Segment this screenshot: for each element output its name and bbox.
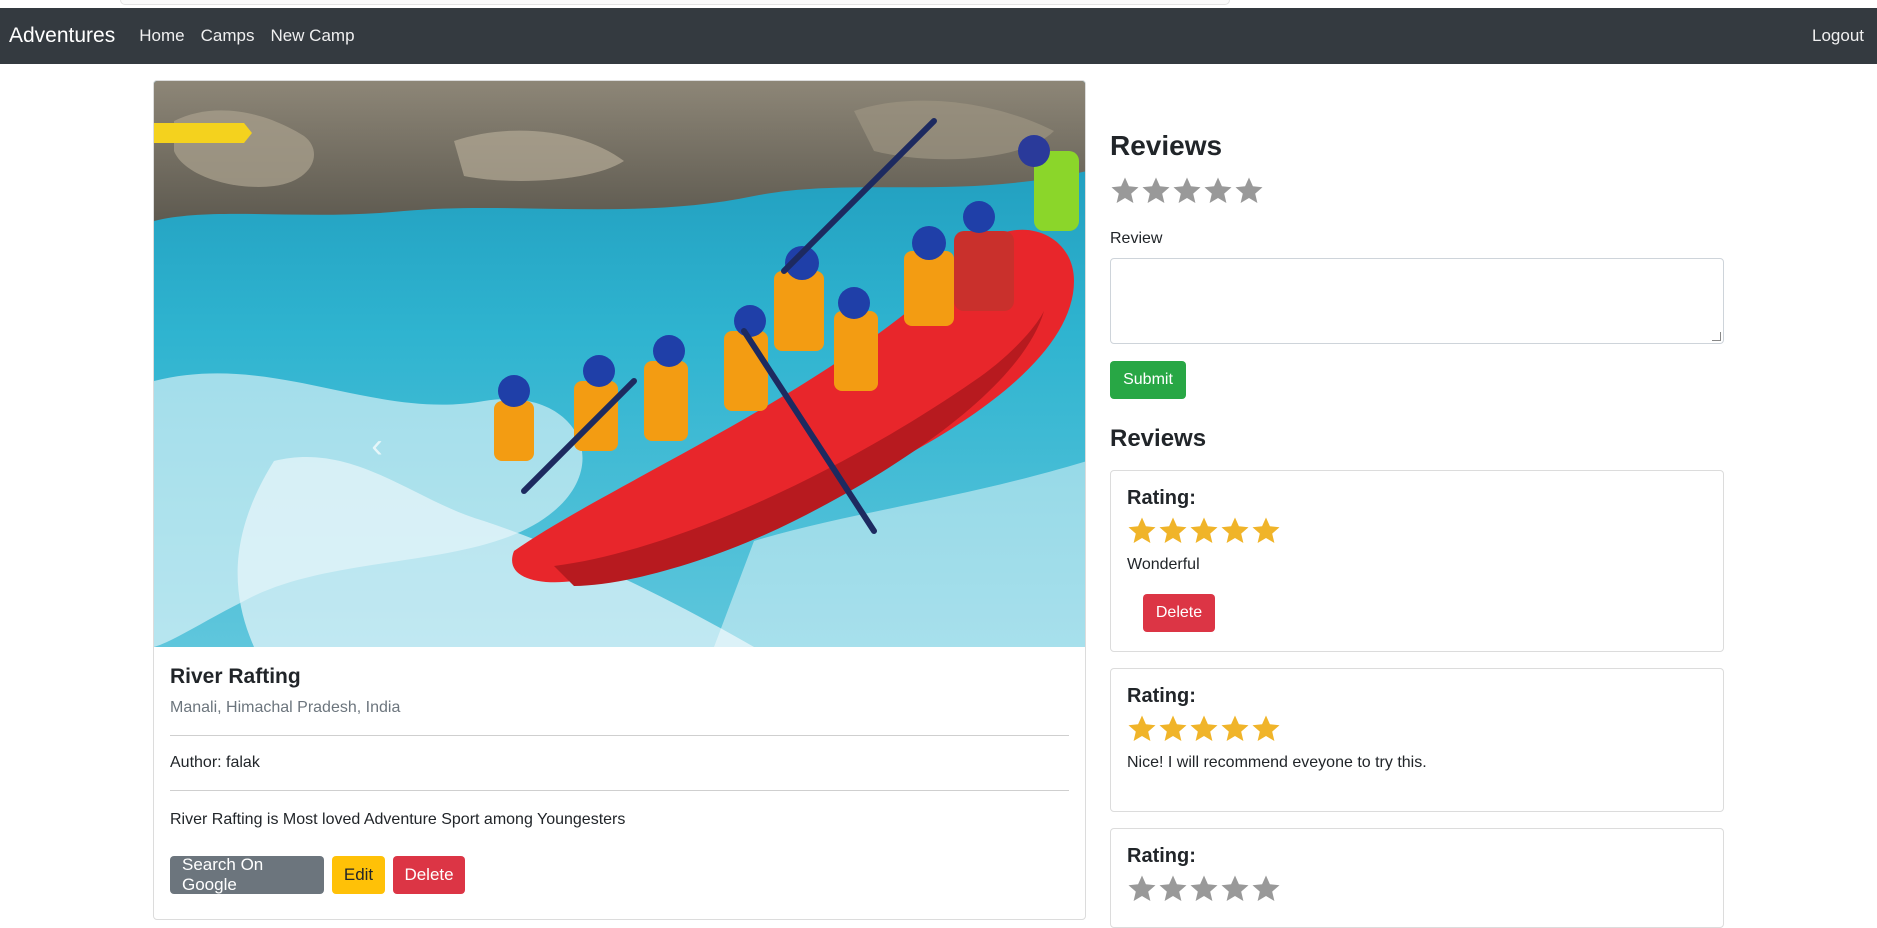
camp-actions: Search On Google Edit Delete [170,855,1069,894]
review-rating-label: Rating: [1127,487,1196,509]
carousel-prev-button[interactable]: ‹ [357,426,397,466]
star-icon [1190,715,1218,741]
review-card: Rating: [1110,828,1724,928]
review-rating-label: Rating: [1127,685,1196,707]
delete-camp-button[interactable]: Delete [393,856,465,894]
review-card: Rating: Nice! I will recommend eveyone t… [1110,668,1724,812]
star-icon [1159,715,1187,741]
star-icon [1252,875,1280,901]
edit-button[interactable]: Edit [332,856,385,894]
logout-link[interactable]: Logout [1812,26,1864,46]
camp-location: Manali, Himachal Pradesh, India [170,699,1069,736]
star-icon [1190,875,1218,901]
star-rating-input[interactable] [1110,176,1724,206]
review-textarea[interactable] [1110,258,1724,344]
nav-link-home[interactable]: Home [139,26,184,46]
review-text: Nice! I will recommend eveyone to try th… [1127,754,1427,771]
star-icon [1221,517,1249,543]
delete-review-button[interactable]: Delete [1143,594,1215,632]
review-card: Rating: Wonderful Delete [1110,470,1724,652]
camp-card: ‹ › River Rafting Manali, Himachal Prade… [153,80,1086,920]
browser-top-strip [0,0,1877,8]
camp-photo [154,81,1085,647]
star-icon [1159,517,1187,543]
brand-link[interactable]: Adventures [9,24,115,48]
camp-title: River Rafting [170,665,301,688]
nav-link-camps[interactable]: Camps [201,26,255,46]
star-icon [1128,517,1156,543]
star-icon [1159,875,1187,901]
star-icon [1128,715,1156,741]
review-rating-stars [1127,714,1707,744]
search-google-button[interactable]: Search On Google [170,855,324,894]
star-icon [1221,875,1249,901]
star-icon [1190,517,1218,543]
review-rating-stars [1127,516,1707,546]
review-form-heading: Reviews [1110,130,1223,161]
star-icon [1252,517,1280,543]
camp-author: Author: falak [170,736,1069,791]
star-icon [1252,715,1280,741]
camp-description: River Rafting is Most loved Adventure Sp… [170,811,626,828]
nav-link-new-camp[interactable]: New Camp [270,26,354,46]
star-icon [1221,715,1249,741]
star-icon[interactable] [1234,176,1264,206]
review-text: Wonderful [1127,556,1200,573]
star-icon[interactable] [1141,176,1171,206]
reviews-column: Reviews Review Submit Reviews [1110,80,1724,453]
reviews-list-heading: Reviews [1110,425,1207,452]
star-icon [1128,875,1156,901]
star-icon[interactable] [1172,176,1202,206]
navbar: Adventures Home Camps New Camp Logout [0,8,1877,64]
review-rating-label: Rating: [1127,845,1196,867]
review-label: Review [1110,230,1163,247]
star-icon[interactable] [1203,176,1233,206]
resize-handle-icon[interactable] [1712,332,1721,341]
chevron-left-icon: ‹ [371,426,383,465]
review-rating-stars [1127,874,1707,904]
image-carousel: ‹ › [154,81,1085,647]
star-icon[interactable] [1110,176,1140,206]
camp-card-body: River Rafting Manali, Himachal Pradesh, … [154,647,1085,894]
submit-review-button[interactable]: Submit [1110,361,1186,399]
